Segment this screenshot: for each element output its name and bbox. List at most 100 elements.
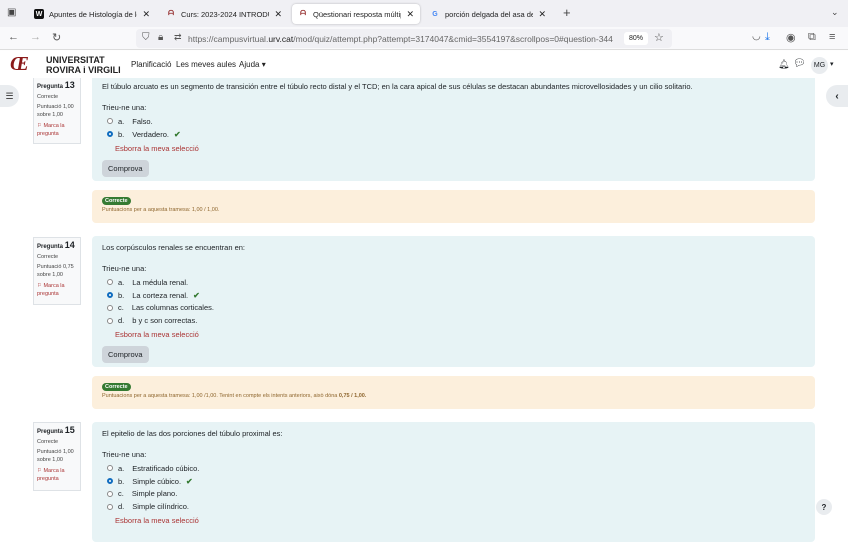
close-tab-icon[interactable]: ✕ <box>406 9 414 20</box>
answer-option[interactable]: c. Simple plano. <box>102 488 805 501</box>
radio-button[interactable] <box>107 279 113 286</box>
bell-icon[interactable]: 🔔︎ <box>778 59 789 70</box>
chevron-down-icon: ▾ <box>261 60 266 69</box>
url-bar[interactable]: ⛉ 🔒︎ ⇄ https://campusvirtual. urv.cat/mod… <box>136 29 672 48</box>
answer-prompt: Trieu-ne una: <box>102 450 147 459</box>
help-button[interactable]: ? <box>816 499 832 515</box>
flag-question-link[interactable]: ⚐ Marca la pregunta <box>37 282 77 298</box>
clear-selection-link[interactable]: Esborra la meva selecció <box>102 330 805 339</box>
flag-label: Marca la pregunta <box>37 283 65 297</box>
lock-icon: 🔒︎ <box>158 32 164 43</box>
check-button[interactable]: Comprova <box>102 346 149 364</box>
tab-bar: ▣ W Apuntes de Histología de los Ó ✕ ᗩ Curs… <box>0 0 848 27</box>
close-tab-icon[interactable]: ✕ <box>142 9 150 20</box>
tab-curs[interactable]: ᗩ Curs: 2023-2024 INTRODUCCIÓ ✕ <box>160 4 288 24</box>
radio-button[interactable] <box>107 118 113 125</box>
question-state: Correcte <box>37 94 59 100</box>
logo-line1: UNIVERSITAT <box>46 55 105 65</box>
download-icon[interactable]: ⤓ <box>765 31 770 44</box>
urv-logo[interactable]: Œ <box>10 53 43 75</box>
extensions-icon[interactable]: ⧉ <box>808 31 816 44</box>
nav-meves-aules[interactable]: Les meves aules <box>176 60 236 69</box>
radio-button[interactable] <box>107 317 113 324</box>
answer-option[interactable]: a. La médula renal. <box>102 276 805 289</box>
question-14: Los corpúsculos renales se encuentran en… <box>92 236 815 367</box>
answer-prompt: Trieu-ne una: <box>102 103 147 112</box>
question-label: Pregunta <box>37 244 64 250</box>
forward-icon[interactable]: → <box>30 31 41 43</box>
question-15: El epitelio de las dos porciones del túb… <box>92 422 815 542</box>
avatar[interactable]: MG <box>811 57 828 74</box>
logo-line2: ROVIRA i VIRGILI <box>46 65 121 75</box>
answer-option[interactable]: a. Estratificado cúbico. <box>102 462 805 475</box>
pocket-icon[interactable]: ◡ <box>752 31 761 42</box>
option-text: b y c son correctas. <box>132 316 198 326</box>
radio-button-selected[interactable] <box>107 478 113 485</box>
block-drawer-toggle[interactable]: ‹ <box>826 85 848 107</box>
tab-questionari[interactable]: ᗩ Qüestionari resposta múltiple: E ✕ <box>292 4 420 24</box>
messages-icon[interactable]: 💬︎ <box>793 58 806 69</box>
nav-planificacio[interactable]: Planificació <box>131 60 171 69</box>
question-score: Puntuació 1,00 sobre 1,00 <box>37 104 74 118</box>
question-info: Pregunta 13 Correcte Puntuació 1,00 sobr… <box>33 78 81 144</box>
answer-option[interactable]: d. b y c son correctas. <box>102 314 805 327</box>
tab-overview-icon[interactable]: ▣ <box>7 7 16 18</box>
option-text: Verdadero. <box>132 129 169 139</box>
urv-favicon-icon: ᗩ <box>300 10 306 17</box>
radio-button[interactable] <box>107 503 113 510</box>
menu-icon[interactable]: ≡ <box>829 31 835 43</box>
zoom-level[interactable]: 80% <box>624 32 648 45</box>
correct-badge: Correcte <box>102 383 131 391</box>
flag-question-link[interactable]: ⚐ Marca la pregunta <box>37 467 77 483</box>
feedback-score: 0,75 / 1,00. <box>338 393 367 399</box>
reload-icon[interactable]: ↻ <box>52 31 61 44</box>
check-icon: ✔ <box>186 476 193 486</box>
chevron-down-icon[interactable]: ⌄ <box>831 7 839 18</box>
new-tab-icon[interactable]: + <box>563 5 571 20</box>
university-name[interactable]: UNIVERSITAT ROVIRA i VIRGILI <box>46 55 121 75</box>
close-tab-icon[interactable]: ✕ <box>274 9 282 20</box>
tab-apuntes[interactable]: W Apuntes de Histología de los Ó ✕ <box>28 4 156 24</box>
option-text: La corteza renal. <box>132 290 189 300</box>
flag-question-link[interactable]: ⚐ Marca la pregunta <box>37 122 77 138</box>
nav-ajuda[interactable]: Ajuda ▾ <box>239 60 266 69</box>
question-score: Puntuació 0,75 sobre 1,00 <box>37 264 74 278</box>
question-number: 14 <box>64 240 75 250</box>
option-letter: d. <box>118 502 125 512</box>
question-number: 15 <box>64 425 75 435</box>
check-icon: ✔ <box>173 129 181 139</box>
radio-button[interactable] <box>107 304 113 311</box>
answer-prompt: Trieu-ne una: <box>102 264 147 273</box>
chevron-down-icon[interactable]: ▾ <box>830 60 834 68</box>
radio-button[interactable] <box>107 490 113 497</box>
question-state: Correcte <box>37 439 59 445</box>
feedback-text: Puntuacions per a aquesta tramesa: 1,00 … <box>102 207 220 213</box>
flag-icon: ⚐ <box>37 283 42 289</box>
list-icon: ☰ <box>5 90 14 101</box>
radio-button-selected[interactable] <box>107 292 113 299</box>
feedback-box: Correcte Puntuacions per a aquesta trame… <box>92 190 815 223</box>
answer-option[interactable]: c. Las columnas corticales. <box>102 302 805 315</box>
bookmark-star-icon[interactable]: ☆ <box>654 31 664 44</box>
tab-google[interactable]: Gporción delgada del asa de Hen ✕ <box>424 4 552 24</box>
answer-option[interactable]: a. Falso. <box>102 115 805 128</box>
question-label: Pregunta <box>37 84 64 90</box>
close-tab-icon[interactable]: ✕ <box>538 9 546 20</box>
shield-icon: ⛉ <box>142 32 150 43</box>
answer-option[interactable]: b. La corteza renal. ✔ <box>102 289 805 302</box>
answer-option[interactable]: b. Verdadero. ✔ <box>102 128 805 141</box>
option-text: Falso. <box>132 116 153 126</box>
back-icon[interactable]: ← <box>8 31 19 43</box>
option-text: Las columnas corticales. <box>131 303 214 313</box>
answer-option[interactable]: d. Simple cilíndrico. <box>102 500 805 513</box>
check-button[interactable]: Comprova <box>102 159 149 177</box>
answer-option[interactable]: b. Simple cúbico. ✔ <box>102 475 805 488</box>
radio-button-selected[interactable] <box>107 131 113 138</box>
url-domain: urv.cat <box>268 33 294 44</box>
permissions-icon[interactable]: ⇄ <box>174 32 182 43</box>
clear-selection-link[interactable]: Esborra la meva selecció <box>102 144 805 153</box>
account-icon[interactable]: ◉ <box>786 31 796 44</box>
clear-selection-link[interactable]: Esborra la meva selecció <box>102 516 805 525</box>
radio-button[interactable] <box>107 465 113 472</box>
option-text: Simple cúbico. <box>132 476 182 486</box>
